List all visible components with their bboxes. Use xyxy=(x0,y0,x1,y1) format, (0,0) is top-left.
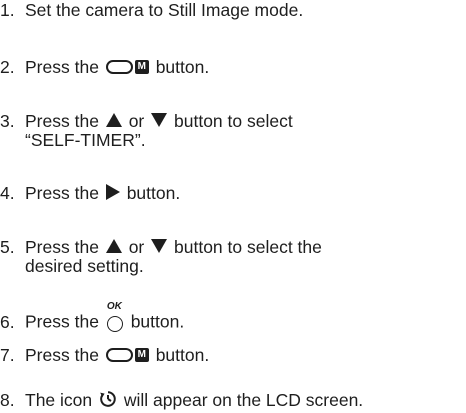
ok-label: OK xyxy=(106,301,122,312)
step-text: button. xyxy=(126,183,181,203)
step-text: Press the xyxy=(25,345,99,365)
step-number: 2. xyxy=(0,57,15,77)
step-3-line-2: “SELF-TIMER”. xyxy=(25,130,146,150)
step-number: 6. xyxy=(0,311,15,332)
down-arrow-icon xyxy=(151,239,168,254)
step-8: 8. The icon will appear on the LCD screen… xyxy=(0,390,363,410)
oval-button-icon xyxy=(105,348,133,363)
ok-button-icon: OK xyxy=(106,301,124,332)
step-text: Press the xyxy=(25,57,99,77)
step-text: button. xyxy=(130,311,185,332)
step-number: 4. xyxy=(0,183,15,203)
down-arrow-icon xyxy=(151,113,168,128)
step-5-line-2: desired setting. xyxy=(25,256,144,276)
step-text: Press the xyxy=(25,183,99,203)
ok-circle-icon xyxy=(106,316,123,332)
step-text: button to select the xyxy=(174,237,322,257)
step-7: 7. Press the M button. xyxy=(0,345,209,365)
step-text: button. xyxy=(155,57,210,77)
step-text: Press the xyxy=(25,237,99,257)
menu-button-icon: M xyxy=(134,60,149,75)
step-6: 6. Press the OK button. xyxy=(0,302,185,337)
step-text: Press the xyxy=(25,111,99,131)
step-5: 5. Press the or button to select the xyxy=(0,237,322,257)
step-text: The icon xyxy=(25,390,93,410)
step-1: 1. Set the camera to Still Image mode. xyxy=(0,0,303,20)
step-text: button. xyxy=(155,345,210,365)
step-number: 5. xyxy=(0,237,15,257)
step-4: 4. Press the button. xyxy=(0,183,180,203)
menu-button-icon: M xyxy=(134,348,149,363)
oval-button-icon xyxy=(105,60,133,75)
step-text: or xyxy=(128,237,145,257)
up-arrow-icon xyxy=(105,239,122,254)
step-text: Set the camera to Still Image mode. xyxy=(25,0,304,20)
step-3: 3. Press the or button to select xyxy=(0,111,293,131)
step-number: 8. xyxy=(0,390,15,410)
up-arrow-icon xyxy=(105,113,122,128)
step-text: Press the xyxy=(25,311,99,332)
right-arrow-icon xyxy=(105,184,120,201)
step-2: 2. Press the M button. xyxy=(0,57,209,77)
step-number: 7. xyxy=(0,345,15,365)
step-number: 1. xyxy=(0,0,15,20)
step-number: 3. xyxy=(0,111,15,131)
self-timer-icon xyxy=(100,391,116,408)
step-text: or xyxy=(128,111,145,131)
step-text: button to select xyxy=(174,111,293,131)
step-text: will appear on the LCD screen. xyxy=(123,390,364,410)
